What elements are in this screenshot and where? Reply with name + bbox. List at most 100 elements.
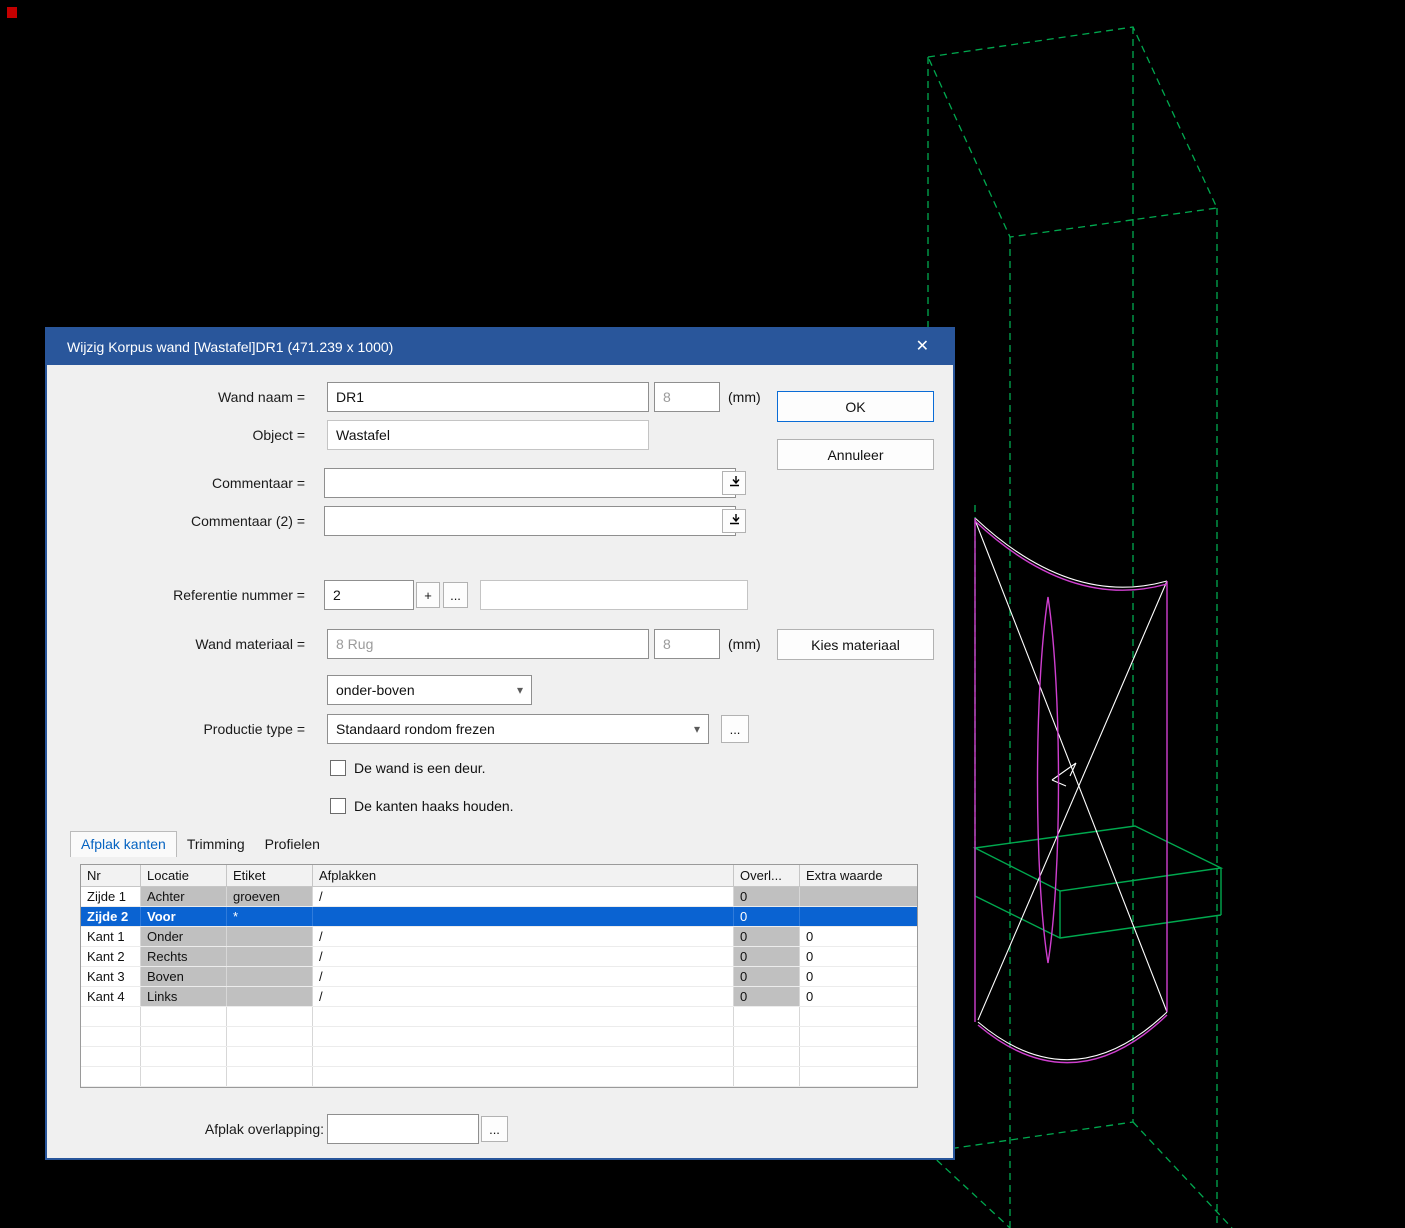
- cell-etiket: [227, 927, 313, 946]
- cell-overl: 0: [734, 887, 800, 906]
- commentaar-insert-button[interactable]: [722, 471, 746, 495]
- close-icon[interactable]: ✕: [912, 337, 933, 357]
- checkbox-wand-is-deur[interactable]: [330, 760, 346, 776]
- afplak-kanten-table: Nr Locatie Etiket Afplakken Overl... Ext…: [80, 864, 918, 1088]
- cell-extra: 0: [806, 969, 814, 984]
- referentie-extra-input[interactable]: [480, 580, 748, 610]
- table-row-empty[interactable]: [81, 1007, 917, 1027]
- kies-materiaal-button[interactable]: Kies materiaal: [777, 629, 934, 660]
- mm-label-2: (mm): [728, 636, 761, 652]
- cabinet-box-wireframe: [927, 26, 1233, 1228]
- cell-locatie: Achter: [141, 887, 227, 906]
- tabbar: Afplak kanten Trimming Profielen: [70, 831, 330, 857]
- red-marker: [7, 7, 17, 18]
- table-header-row: Nr Locatie Etiket Afplakken Overl... Ext…: [81, 865, 917, 887]
- cell-overl: 0: [734, 947, 800, 966]
- cell-overl: 0: [734, 987, 800, 1006]
- wand-naam-label: Wand naam =: [217, 389, 305, 405]
- referentie-nummer-label: Referentie nummer =: [173, 587, 305, 603]
- col-header-locatie[interactable]: Locatie: [141, 865, 227, 887]
- cell-overl: 0: [734, 927, 800, 946]
- col-header-overl[interactable]: Overl...: [734, 865, 800, 887]
- tab-afplak-kanten[interactable]: Afplak kanten: [70, 831, 177, 857]
- cell-nr: Zijde 2: [81, 907, 141, 926]
- referentie-nummer-input[interactable]: [324, 580, 414, 610]
- referentie-dots-button[interactable]: ...: [443, 582, 468, 608]
- cell-locatie: Onder: [141, 927, 227, 946]
- wand-naam-input[interactable]: [327, 382, 649, 412]
- afplak-overlapping-label: Afplak overlapping:: [204, 1121, 324, 1137]
- cell-afplakken: /: [313, 947, 734, 966]
- productie-type-label: Productie type =: [203, 721, 305, 737]
- cell-etiket: *: [227, 907, 313, 926]
- object-input[interactable]: [327, 420, 649, 450]
- table-row-empty[interactable]: [81, 1047, 917, 1067]
- cell-afplakken: /: [313, 927, 734, 946]
- insert-down-icon: [728, 513, 741, 529]
- table-row[interactable]: Kant 4 Links / 0 0: [81, 987, 917, 1007]
- tab-profielen[interactable]: Profielen: [255, 832, 330, 857]
- richting-dropdown[interactable]: onder-boven ▾: [327, 675, 532, 705]
- materiaal-dikte-input[interactable]: [654, 629, 720, 659]
- table-row-empty[interactable]: [81, 1067, 917, 1087]
- tab-trimming[interactable]: Trimming: [177, 832, 255, 857]
- productie-type-dropdown[interactable]: Standaard rondom frezen ▾: [327, 714, 709, 744]
- chevron-down-icon: ▾: [516, 683, 523, 697]
- col-header-afplakken[interactable]: Afplakken: [313, 865, 734, 887]
- cell-nr: Zijde 1: [81, 887, 141, 906]
- commentaar2-insert-button[interactable]: [722, 509, 746, 533]
- ok-button[interactable]: OK: [777, 391, 934, 422]
- curved-wall-panel: [974, 518, 1168, 1064]
- col-header-etiket[interactable]: Etiket: [227, 865, 313, 887]
- checkbox-kanten-haaks[interactable]: [330, 798, 346, 814]
- dialog-content: Wand naam = (mm) Object = OK Annuleer Co…: [47, 365, 953, 1158]
- productie-dots-button[interactable]: ...: [721, 715, 749, 743]
- checkbox-wand-is-deur-label: De wand is een deur.: [354, 760, 486, 776]
- cell-nr: Kant 4: [81, 987, 141, 1006]
- bottom-shelf-wireframe: [972, 825, 1224, 939]
- table-row[interactable]: Kant 2 Rechts / 0 0: [81, 947, 917, 967]
- table-row-empty[interactable]: [81, 1027, 917, 1047]
- cell-etiket: [227, 947, 313, 966]
- richting-value: onder-boven: [336, 682, 415, 698]
- table-row-selected[interactable]: Zijde 2 Voor * 0: [81, 907, 917, 927]
- cell-afplakken: [313, 907, 734, 926]
- cell-nr: Kant 2: [81, 947, 141, 966]
- col-header-nr[interactable]: Nr: [81, 865, 141, 887]
- cell-overl: 0: [734, 967, 800, 986]
- col-header-extra-waarde[interactable]: Extra waarde: [800, 865, 917, 887]
- mm-label-1: (mm): [728, 389, 761, 405]
- commentaar-input[interactable]: [324, 468, 736, 498]
- table-row[interactable]: Kant 3 Boven / 0 0: [81, 967, 917, 987]
- afplak-overlapping-dots-button[interactable]: ...: [481, 1116, 508, 1142]
- cell-extra: 0: [806, 929, 814, 944]
- cell-etiket: groeven: [227, 887, 313, 906]
- checkbox-kanten-haaks-label: De kanten haaks houden.: [354, 798, 514, 814]
- cell-extra: [800, 907, 917, 926]
- object-label: Object =: [252, 427, 305, 443]
- dialog-titlebar[interactable]: Wijzig Korpus wand [Wastafel]DR1 (471.23…: [47, 329, 953, 365]
- cell-nr: Kant 1: [81, 927, 141, 946]
- cell-afplakken: /: [313, 967, 734, 986]
- cell-etiket: [227, 987, 313, 1006]
- insert-down-icon: [728, 475, 741, 491]
- construction-lines: [974, 517, 1168, 1061]
- table-row[interactable]: Kant 1 Onder / 0 0: [81, 927, 917, 947]
- cell-extra: 0: [806, 989, 814, 1004]
- chevron-down-icon: ▾: [693, 722, 700, 736]
- cell-etiket: [227, 967, 313, 986]
- cell-afplakken: /: [313, 987, 734, 1006]
- table-row[interactable]: Zijde 1 Achter groeven / 0: [81, 887, 917, 907]
- afplak-overlapping-input[interactable]: [327, 1114, 479, 1144]
- referentie-plus-button[interactable]: +: [416, 582, 440, 608]
- productie-type-value: Standaard rondom frezen: [336, 721, 495, 737]
- commentaar2-label: Commentaar (2) =: [191, 513, 305, 529]
- cell-nr: Kant 3: [81, 967, 141, 986]
- commentaar2-input[interactable]: [324, 506, 736, 536]
- dialog-title: Wijzig Korpus wand [Wastafel]DR1 (471.23…: [67, 339, 394, 355]
- wand-materiaal-label: Wand materiaal =: [195, 636, 305, 652]
- cell-afplakken: /: [313, 887, 734, 906]
- wand-dikte-input[interactable]: [654, 382, 720, 412]
- wand-materiaal-input[interactable]: [327, 629, 649, 659]
- annuleer-button[interactable]: Annuleer: [777, 439, 934, 470]
